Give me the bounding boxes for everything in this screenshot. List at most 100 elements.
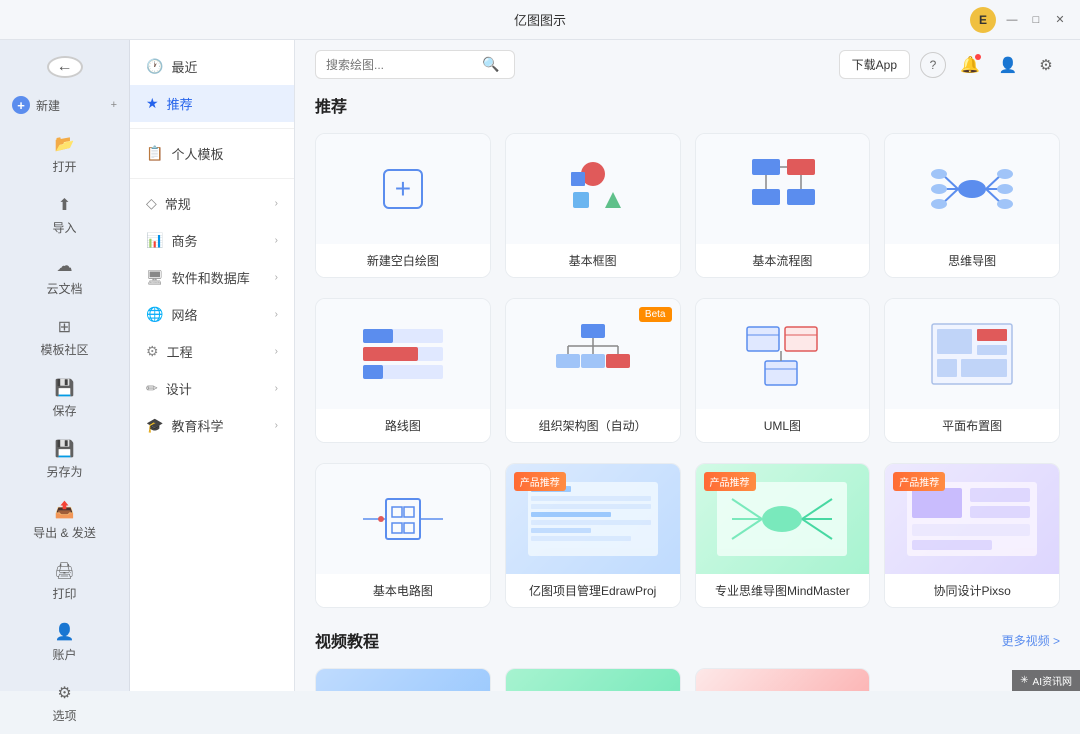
template-card-edrawproj[interactable]: 产品推荐 亿图项目管理EdrawProj	[505, 463, 681, 608]
nav-engineering-label: 工程	[167, 342, 193, 361]
template-img-new-blank: +	[316, 134, 490, 244]
template-card-mindmaster[interactable]: 产品推荐 专业思维导图MindMaster	[695, 463, 871, 608]
sidebar-community-label: 模板社区	[40, 341, 88, 358]
app-layout: ← + 新建 + 📂 打开 ⬆ 导入 ☁ 云文档 ⊞ 模板社区 💾 保存	[0, 40, 1080, 691]
sidebar-item-new[interactable]: + 新建 +	[0, 86, 129, 124]
nav-item-software[interactable]: 🖥 软件和数据库 ›	[130, 259, 294, 296]
save-icon: 💾	[55, 378, 75, 398]
close-button[interactable]: ✕	[1052, 12, 1068, 28]
sidebar-item-account[interactable]: 👤 账户	[0, 612, 129, 673]
nav-item-recommend[interactable]: ★ 推荐	[130, 85, 294, 122]
nav-design-label: 设计	[166, 379, 192, 398]
nav-item-design[interactable]: ✏ 设计 ›	[130, 370, 294, 407]
sidebar-print-label: 打印	[52, 585, 76, 602]
template-label-route: 路线图	[316, 409, 490, 442]
template-card-org-auto[interactable]: Beta 组织架构图（自动）	[505, 298, 681, 443]
nav-item-engineering[interactable]: ⚙ 工程 ›	[130, 333, 294, 370]
nav-item-education[interactable]: 🎓 教育科学 ›	[130, 407, 294, 444]
sidebar-item-options[interactable]: ⚙ 选项	[0, 673, 129, 734]
nav-item-general[interactable]: ◇ 常规 ›	[130, 185, 294, 222]
chevron-right-icon-7: ›	[275, 420, 278, 431]
sidebar-item-save[interactable]: 💾 保存	[0, 368, 129, 429]
sidebar-open-label: 打开	[52, 158, 76, 175]
nav-divider-2	[130, 178, 294, 179]
back-button[interactable]: ←	[47, 56, 83, 78]
sidebar-saveas-label: 另存为	[46, 463, 82, 480]
print-icon: 🖨	[54, 561, 74, 581]
sidebar-item-saveas[interactable]: 💾 另存为	[0, 429, 129, 490]
design-icon: ✏	[146, 380, 158, 397]
account-icon: 👤	[55, 622, 75, 642]
video-card-2[interactable]	[505, 668, 681, 691]
video-img-3	[696, 669, 870, 691]
nav-item-personal[interactable]: 📋 个人模板	[130, 135, 294, 172]
chevron-right-icon-5: ›	[275, 346, 278, 357]
chevron-right-icon-2: ›	[275, 235, 278, 246]
template-label-edrawproj: 亿图项目管理EdrawProj	[506, 574, 680, 607]
template-card-new-blank[interactable]: + 新建空白绘图	[315, 133, 491, 278]
template-label-uml: UML图	[696, 409, 870, 442]
sidebar-cloud-label: 云文档	[46, 280, 82, 297]
maximize-button[interactable]: □	[1028, 12, 1044, 28]
chevron-right-icon: ›	[275, 198, 278, 209]
search-box[interactable]: 🔍	[315, 50, 515, 79]
template-grid-row1: + 新建空白绘图 基本框图	[315, 133, 1060, 278]
nav-item-network[interactable]: 🌐 网络 ›	[130, 296, 294, 333]
nav-recent-label: 最近	[171, 57, 197, 76]
top-actions: 下载App ? 🔔 👤 ⚙	[839, 50, 1060, 79]
template-img-uml	[696, 299, 870, 409]
titlebar: 亿图图示 E — □ ✕	[0, 0, 1080, 40]
more-videos-link[interactable]: 更多视频 >	[1002, 632, 1060, 649]
user-avatar[interactable]: E	[970, 7, 996, 33]
product-badge-pixso: 产品推荐	[893, 472, 945, 491]
template-label-pixso: 协同设计Pixso	[885, 574, 1059, 607]
sidebar-import-label: 导入	[52, 219, 76, 236]
search-input[interactable]	[326, 58, 476, 72]
chevron-right-icon-4: ›	[275, 309, 278, 320]
watermark: ✳ AI资讯网	[1012, 670, 1080, 691]
product-badge-edrawproj: 产品推荐	[514, 472, 566, 491]
template-grid-row3: 基本电路图	[315, 463, 1060, 608]
sidebar-item-import[interactable]: ⬆ 导入	[0, 185, 129, 246]
template-card-uml[interactable]: UML图	[695, 298, 871, 443]
sidebar-account-label: 账户	[52, 646, 76, 663]
education-icon: 🎓	[146, 417, 163, 434]
main-topbar: 🔍 下载App ? 🔔 👤 ⚙	[295, 40, 1080, 89]
template-grid-row2: 路线图	[315, 298, 1060, 443]
template-card-layout[interactable]: 平面布置图	[884, 298, 1060, 443]
settings-button[interactable]: ⚙	[1032, 51, 1060, 79]
user-profile-button[interactable]: 👤	[994, 51, 1022, 79]
sidebar-item-cloud[interactable]: ☁ 云文档	[0, 246, 129, 307]
template-label-mind-map: 思维导图	[885, 244, 1059, 277]
chevron-right-icon-3: ›	[275, 272, 278, 283]
recommend-icon: ★	[146, 95, 159, 112]
nav-item-business[interactable]: 📊 商务 ›	[130, 222, 294, 259]
template-card-mind-map[interactable]: 思维导图	[884, 133, 1060, 278]
help-button[interactable]: ?	[920, 52, 946, 78]
download-app-button[interactable]: 下载App	[839, 50, 910, 79]
community-icon: ⊞	[58, 317, 71, 337]
template-card-basic-frame[interactable]: 基本框图	[505, 133, 681, 278]
template-label-circuit: 基本电路图	[316, 574, 490, 607]
notification-button[interactable]: 🔔	[956, 51, 984, 79]
sidebar-item-community[interactable]: ⊞ 模板社区	[0, 307, 129, 368]
sidebar-item-export[interactable]: 📤 导出 & 发送	[0, 490, 129, 551]
video-card-3[interactable]	[695, 668, 871, 691]
sidebar-item-open[interactable]: 📂 打开	[0, 124, 129, 185]
nav-item-recent[interactable]: 🕐 最近	[130, 48, 294, 85]
sidebar-export-label: 导出 & 发送	[33, 524, 96, 541]
product-badge-mindmaster: 产品推荐	[704, 472, 756, 491]
watermark-icon: ✳	[1020, 675, 1028, 686]
video-card-1[interactable]	[315, 668, 491, 691]
cloud-icon: ☁	[57, 256, 73, 276]
sidebar-item-print[interactable]: 🖨 打印	[0, 551, 129, 612]
template-card-route[interactable]: 路线图	[315, 298, 491, 443]
template-card-pixso[interactable]: 产品推荐 协同设计Pixso	[884, 463, 1060, 608]
template-card-basic-flow[interactable]: 基本流程图	[695, 133, 871, 278]
minimize-button[interactable]: —	[1004, 12, 1020, 28]
template-card-circuit[interactable]: 基本电路图	[315, 463, 491, 608]
business-icon: 📊	[146, 232, 163, 249]
nav-business-label: 商务	[171, 231, 197, 250]
video-section-header: 视频教程 更多视频 >	[315, 628, 1060, 652]
template-label-layout: 平面布置图	[885, 409, 1059, 442]
